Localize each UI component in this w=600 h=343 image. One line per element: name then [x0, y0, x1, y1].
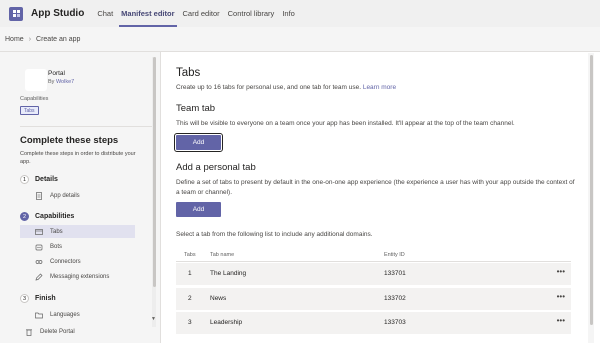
steps-title: Complete these steps: [20, 135, 119, 146]
app-by-prefix: By: [48, 79, 55, 85]
sidebar-item-connectors[interactable]: Connectors: [20, 255, 135, 268]
app-author-link[interactable]: Wolke7: [56, 79, 74, 85]
tab-card-editor[interactable]: Card editor: [179, 0, 224, 27]
tab-name: News: [210, 295, 227, 302]
row-number: 2: [188, 295, 192, 302]
connector-icon: [34, 257, 43, 266]
column-header-tabs: Tabs: [184, 252, 196, 258]
table-row[interactable]: 2 News 133702 •••: [176, 288, 571, 310]
folder-icon: [34, 310, 43, 319]
table-row[interactable]: 3 Leadership 133703 •••: [176, 312, 571, 334]
tab-info[interactable]: Info: [278, 0, 299, 27]
step-capabilities[interactable]: Capabilities: [35, 213, 74, 220]
tabs-icon: [34, 227, 43, 236]
step-details[interactable]: Details: [35, 176, 58, 183]
capabilities-label: Capabilities: [20, 96, 49, 102]
add-team-tab-button[interactable]: Add: [174, 133, 223, 152]
tab-chat[interactable]: Chat: [93, 0, 117, 27]
steps-description: Complete these steps in order to distrib…: [20, 151, 136, 165]
main-scrollbar-thumb[interactable]: [590, 55, 593, 325]
select-tab-instructions: Select a tab from the following list to …: [176, 231, 373, 238]
column-header-tab-name: Tab name: [210, 252, 235, 258]
sidebar-item-label: App details: [50, 192, 80, 199]
tab-control-library[interactable]: Control library: [224, 0, 279, 27]
step-3-number: 3: [20, 294, 29, 303]
page-subtitle: Create up to 16 tabs for personal use, a…: [176, 84, 396, 91]
column-header-entity-id: Entity ID: [384, 252, 405, 258]
sidebar-item-messaging-extensions[interactable]: Messaging extensions: [20, 270, 135, 283]
app-logo: [25, 69, 47, 91]
app-title: App Studio: [31, 8, 85, 19]
sidebar-item-bots[interactable]: Bots: [20, 240, 135, 253]
sidebar-item-label: Bots: [50, 243, 63, 250]
nav-tabs: Chat Manifest editor Card editor Control…: [93, 0, 299, 27]
scroll-down-arrow-icon[interactable]: ▼: [151, 316, 156, 322]
trash-icon: [24, 327, 33, 336]
step-2-number: 2: [20, 212, 29, 221]
learn-more-link[interactable]: Learn more: [363, 84, 396, 91]
sidebar-scrollbar-thumb[interactable]: [153, 57, 156, 287]
sidebar-item-label: Connectors: [50, 258, 81, 265]
sidebar-item-label: Languages: [50, 311, 80, 318]
sidebar-item-label: Tabs: [50, 228, 63, 235]
more-options-icon[interactable]: •••: [557, 267, 565, 276]
chevron-right-icon: ›: [28, 35, 32, 43]
delete-app-button[interactable]: Delete Portal: [10, 325, 125, 338]
breadcrumb-home[interactable]: Home: [5, 36, 24, 43]
sidebar-item-label: Messaging extensions: [50, 273, 110, 280]
sidebar: Portal By Wolke7 Capabilities Tabs Compl…: [5, 57, 159, 343]
tab-name: Leadership: [210, 319, 243, 326]
app-author: By Wolke7: [48, 79, 74, 85]
capability-pill-tabs: Tabs: [20, 106, 39, 115]
personal-tab-description: Define a set of tabs to present by defau…: [176, 179, 575, 196]
step-1-number: 1: [20, 175, 29, 184]
entity-id: 133701: [384, 270, 406, 277]
sidebar-item-app-details[interactable]: App details: [20, 189, 135, 202]
row-number: 3: [188, 319, 192, 326]
app-name: Portal: [48, 70, 65, 77]
team-tab-title: Team tab: [176, 103, 216, 114]
more-options-icon[interactable]: •••: [557, 292, 565, 301]
breadcrumb: Home › Create an app: [0, 27, 600, 52]
team-tab-description: This will be visible to everyone on a te…: [176, 120, 515, 127]
entity-id: 133702: [384, 295, 406, 302]
row-number: 1: [188, 270, 192, 277]
more-options-icon[interactable]: •••: [557, 316, 565, 325]
table-row[interactable]: 1 The Landing 133701 •••: [176, 263, 571, 285]
top-bar: App Studio Chat Manifest editor Card edi…: [0, 0, 600, 27]
table-header: Tabs Tab name Entity ID: [176, 250, 571, 262]
entity-id: 133703: [384, 319, 406, 326]
document-icon: [34, 191, 43, 200]
page-title: Tabs: [176, 67, 201, 79]
bot-icon: [34, 242, 43, 251]
tab-manifest-editor[interactable]: Manifest editor: [117, 0, 178, 27]
divider: [20, 126, 154, 127]
step-finish[interactable]: Finish: [35, 295, 56, 302]
edit-icon: [34, 272, 43, 281]
sidebar-item-tabs[interactable]: Tabs: [20, 225, 135, 238]
breadcrumb-current: Create an app: [36, 35, 81, 43]
subtitle-text: Create up to 16 tabs for personal use, a…: [176, 84, 362, 91]
sidebar-item-label: Delete Portal: [40, 328, 75, 335]
main-panel: Tabs Create up to 16 tabs for personal u…: [160, 52, 600, 343]
app-studio-icon: [9, 6, 23, 21]
sidebar-item-languages[interactable]: Languages: [20, 308, 135, 321]
tab-name: The Landing: [210, 270, 247, 277]
add-personal-tab-button[interactable]: Add: [176, 202, 221, 217]
personal-tab-title: Add a personal tab: [176, 162, 256, 173]
